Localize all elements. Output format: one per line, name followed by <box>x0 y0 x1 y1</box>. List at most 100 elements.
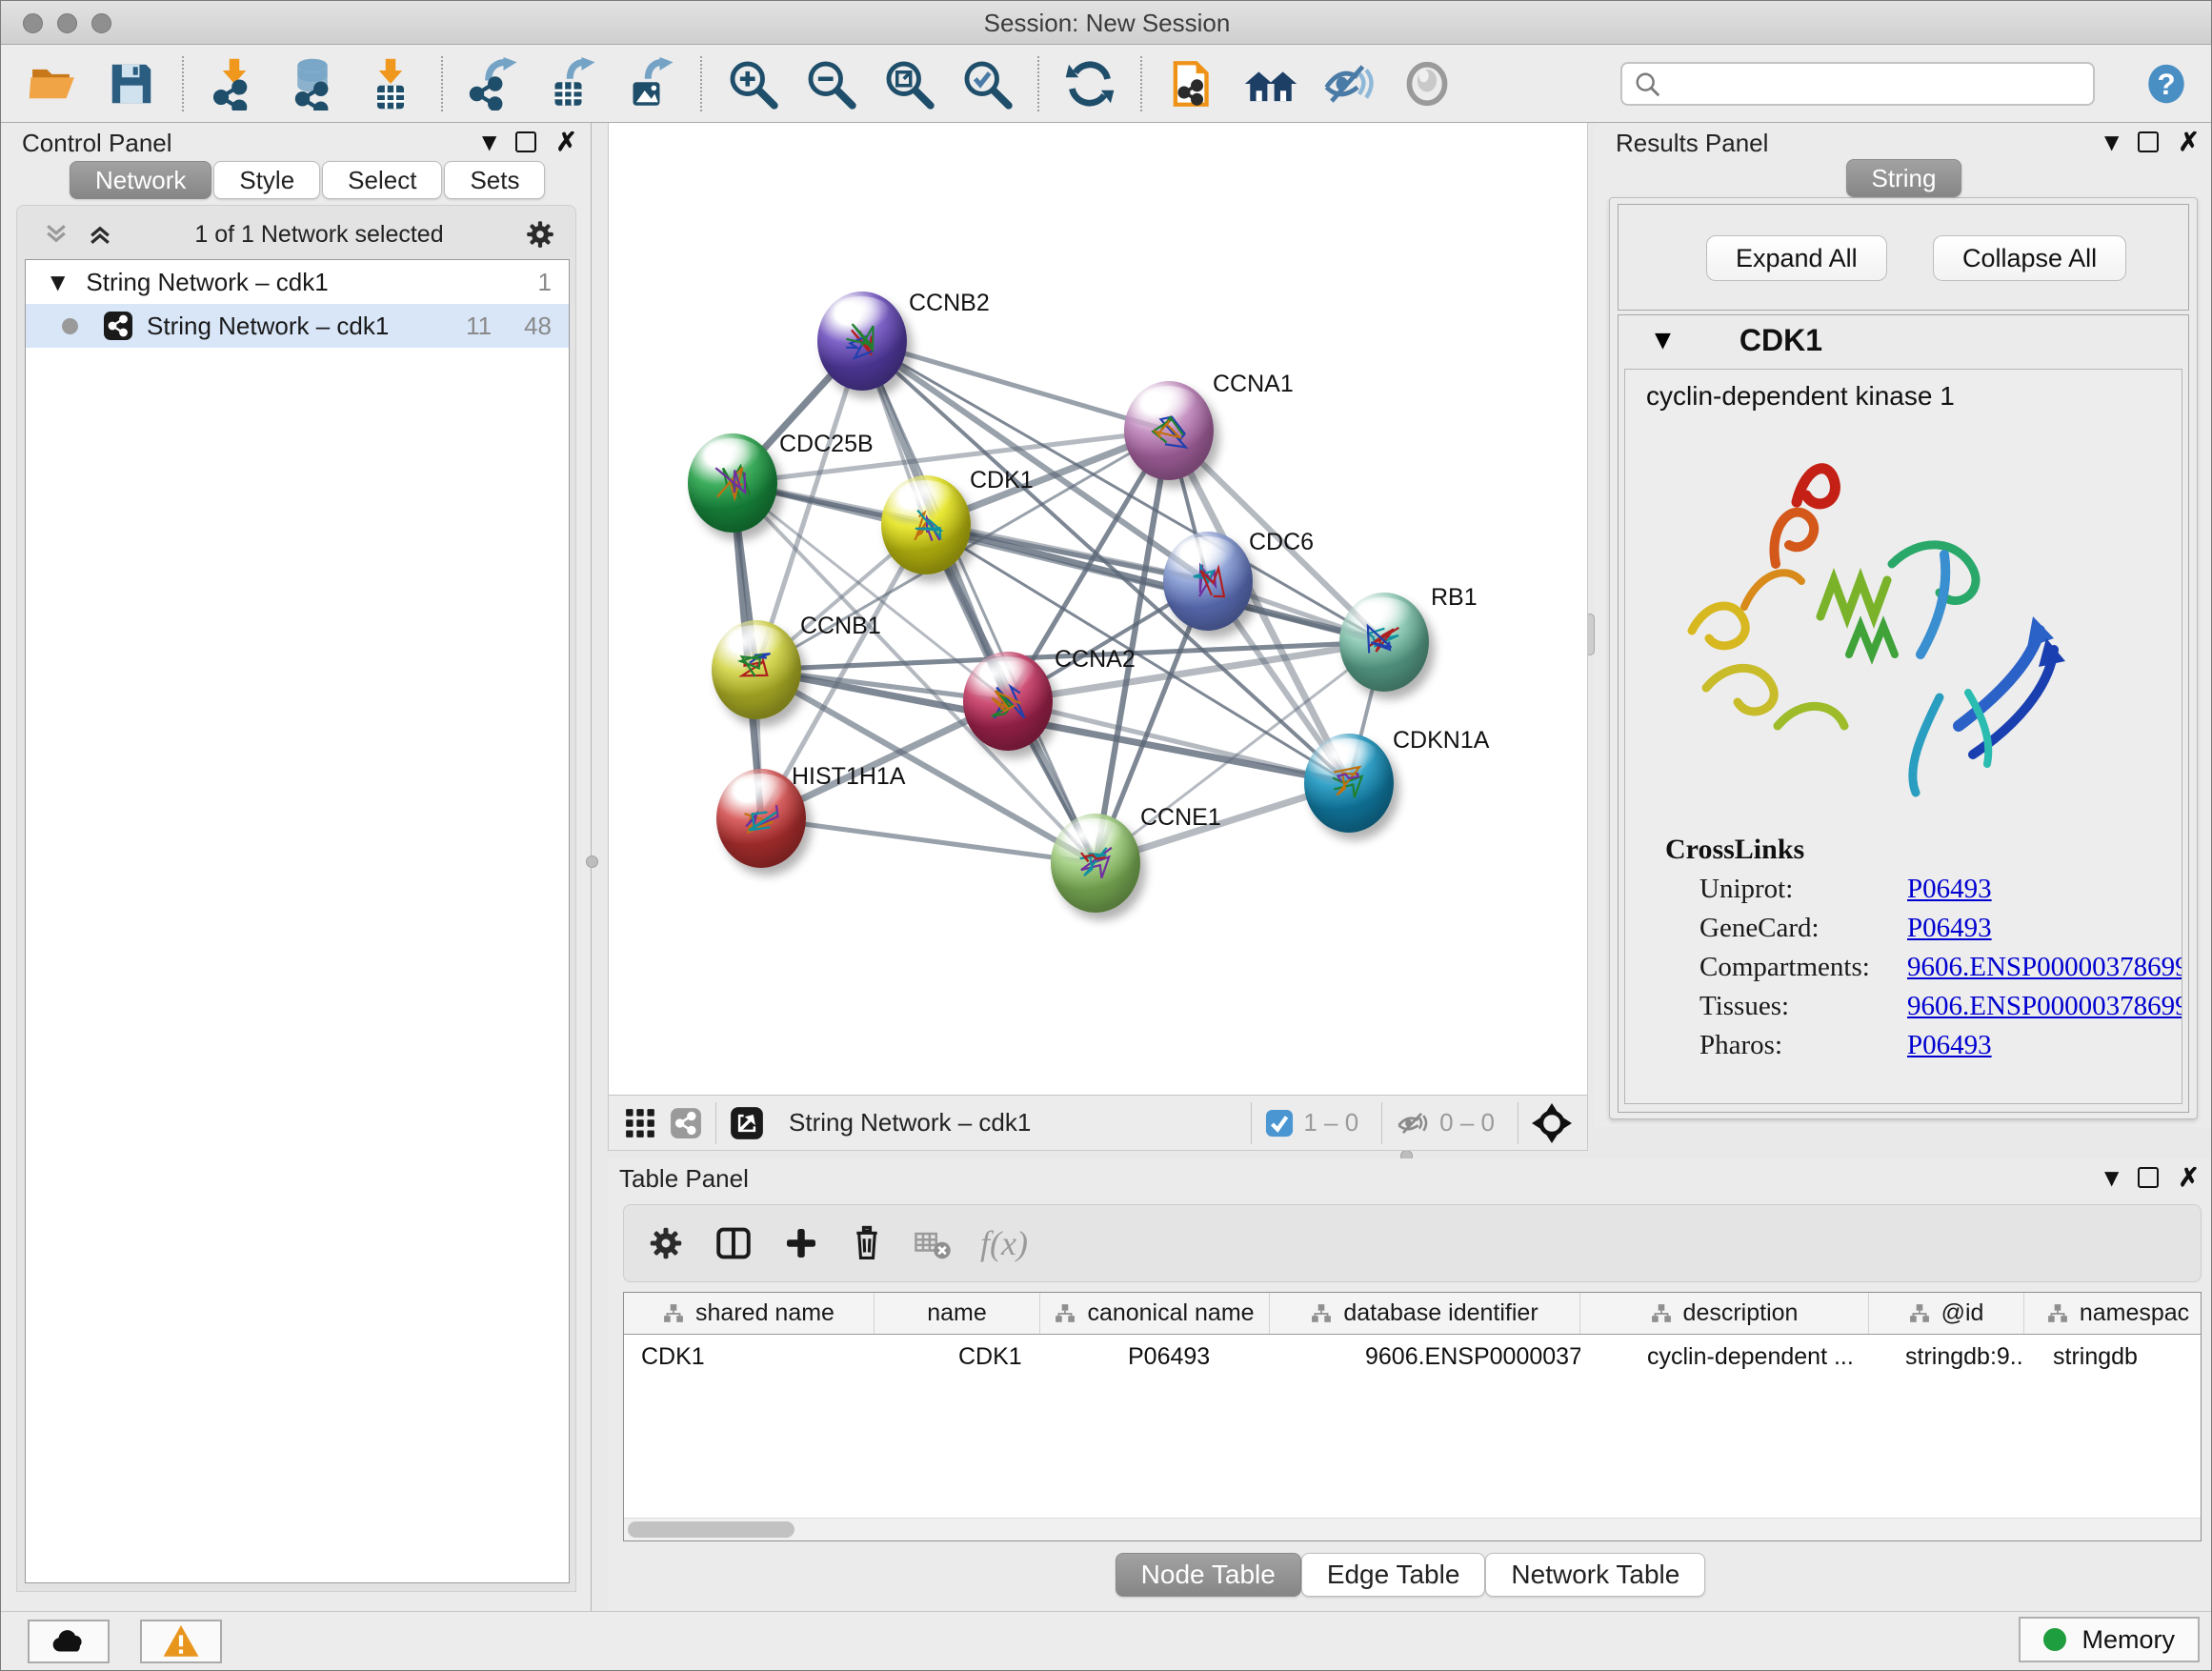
close-panel-icon[interactable]: ✗ <box>555 131 577 152</box>
cell-description[interactable]: cyclin-dependent ... <box>1580 1335 1869 1379</box>
refresh-icon[interactable] <box>1062 55 1117 112</box>
string-document-icon[interactable] <box>1165 55 1220 112</box>
detach-view-icon[interactable] <box>730 1106 764 1140</box>
column-header-namespace[interactable]: namespac <box>2024 1293 2202 1334</box>
tab-select[interactable]: Select <box>322 161 442 199</box>
crosslink-link[interactable]: 9606.ENSP00000378699 <box>1907 991 2182 1022</box>
network-options-gear-icon[interactable] <box>524 218 556 251</box>
tab-sets[interactable]: Sets <box>444 161 545 199</box>
cloud-button[interactable] <box>28 1620 110 1663</box>
create-column-icon[interactable] <box>782 1224 820 1262</box>
network-node-ccnb2[interactable] <box>817 292 907 391</box>
selected-checkbox-icon[interactable] <box>1265 1109 1294 1137</box>
column-header-id[interactable]: @id <box>1869 1293 2024 1334</box>
network-node-ccna2[interactable] <box>963 652 1053 751</box>
memory-button[interactable]: Memory <box>2019 1617 2200 1662</box>
collapse-all-button[interactable]: Collapse All <box>1933 235 2126 281</box>
entry-collapse-icon[interactable]: ▼ <box>1655 329 1671 352</box>
show-hide-eye-icon[interactable] <box>1321 55 1377 112</box>
save-session-icon[interactable] <box>104 55 159 112</box>
panel-menu-icon[interactable]: ▼ <box>2104 131 2119 153</box>
network-node-cdc6[interactable] <box>1163 532 1253 631</box>
float-panel-icon[interactable] <box>515 131 536 152</box>
search-input[interactable] <box>1620 62 2095 106</box>
tab-network[interactable]: Network <box>70 161 211 199</box>
import-table-icon[interactable] <box>363 55 418 112</box>
network-collection-row[interactable]: ▼ String Network – cdk1 1 <box>26 260 569 304</box>
network-node-ccnb1[interactable] <box>712 620 801 719</box>
cell-canonical-name[interactable]: P06493 <box>1040 1335 1270 1379</box>
column-header-database-identifier[interactable]: database identifier <box>1270 1293 1580 1334</box>
tab-style[interactable]: Style <box>213 161 320 199</box>
column-header-canonical-name[interactable]: canonical name <box>1040 1293 1270 1334</box>
crosslink-link[interactable]: P06493 <box>1907 913 1992 944</box>
delete-column-icon[interactable] <box>849 1225 885 1261</box>
network-row[interactable]: String Network – cdk1 11 48 <box>26 304 569 348</box>
left-splitter-handle[interactable] <box>586 856 598 868</box>
float-panel-icon[interactable] <box>2138 131 2159 152</box>
zoom-selected-icon[interactable] <box>959 55 1015 112</box>
column-header-name[interactable]: name <box>875 1293 1040 1334</box>
gear-icon[interactable] <box>647 1224 685 1262</box>
eye-disabled-icon[interactable] <box>1399 55 1455 112</box>
network-node-cdk1[interactable] <box>881 475 971 574</box>
cell-namespace[interactable]: stringdb <box>2024 1335 2202 1379</box>
cell-name[interactable]: CDK1 <box>875 1335 1040 1379</box>
tab-node-table[interactable]: Node Table <box>1116 1553 1301 1597</box>
panel-menu-icon[interactable]: ▼ <box>2104 1166 2119 1189</box>
import-database-icon[interactable] <box>285 55 340 112</box>
search-field-wrap <box>1620 62 2095 106</box>
cell-database-identifier[interactable]: 9606.ENSP00000378699 <box>1270 1335 1580 1379</box>
node-label-hist1h1a: HIST1H1A <box>792 763 905 791</box>
crosslink-link[interactable]: P06493 <box>1907 874 1992 905</box>
cell-id[interactable]: stringdb:9... <box>1869 1335 2024 1379</box>
crosslink-link[interactable]: 9606.ENSP00000378699 <box>1907 952 2182 983</box>
export-network-icon[interactable] <box>466 55 521 112</box>
tab-network-table[interactable]: Network Table <box>1485 1553 1705 1597</box>
table-row[interactable]: CDK1 CDK1 P06493 9606.ENSP00000378699 cy… <box>624 1335 2201 1379</box>
function-builder-icon[interactable]: f(x) <box>980 1223 1028 1263</box>
open-session-icon[interactable] <box>26 55 81 112</box>
grid-view-icon[interactable] <box>624 1107 656 1139</box>
column-header-description[interactable]: description <box>1580 1293 1869 1334</box>
home-neighbors-icon[interactable] <box>1243 55 1298 112</box>
expand-all-button[interactable]: Expand All <box>1706 235 1887 281</box>
import-network-icon[interactable] <box>207 55 262 112</box>
expand-all-networks-icon[interactable] <box>86 220 114 249</box>
table-horizontal-scrollbar[interactable] <box>624 1518 2201 1540</box>
column-header-shared-name[interactable]: shared name <box>624 1293 875 1334</box>
node-label-ccnb2: CCNB2 <box>909 290 990 317</box>
export-table-icon[interactable] <box>544 55 599 112</box>
tab-string[interactable]: String <box>1846 159 1962 197</box>
hidden-eye-slash-icon[interactable] <box>1396 1106 1430 1140</box>
network-node-rb1[interactable] <box>1339 593 1429 692</box>
close-panel-icon[interactable]: ✗ <box>2178 131 2200 152</box>
collection-expand-icon[interactable]: ▼ <box>50 271 65 293</box>
delete-table-icon[interactable] <box>914 1224 952 1262</box>
help-icon[interactable]: ? <box>2139 55 2194 112</box>
network-node-cdkn1a[interactable] <box>1304 734 1394 833</box>
cell-shared-name[interactable]: CDK1 <box>624 1335 875 1379</box>
network-canvas[interactable]: CCNB2CCNA1CDC25BCDK1CDC6RB1CCNB1CCNA2CDK… <box>609 123 1587 1094</box>
cdk1-entry-header[interactable]: ▼ CDK1 <box>1619 315 2188 365</box>
node-label-ccne1: CCNE1 <box>1140 804 1221 832</box>
zoom-out-icon[interactable] <box>803 55 858 112</box>
export-image-icon[interactable] <box>622 55 677 112</box>
string-results-container: Expand All Collapse All ▼ CDK1 cyclin-de… <box>1609 197 2198 1119</box>
tab-edge-table[interactable]: Edge Table <box>1301 1553 1486 1597</box>
network-node-cdc25b[interactable] <box>688 433 777 533</box>
show-columns-icon[interactable] <box>714 1223 754 1263</box>
network-list-share-icon[interactable] <box>670 1107 702 1139</box>
float-panel-icon[interactable] <box>2138 1167 2159 1188</box>
network-node-ccna1[interactable] <box>1124 381 1214 480</box>
warnings-button[interactable] <box>140 1620 222 1663</box>
panel-menu-icon[interactable]: ▼ <box>482 131 496 153</box>
collapse-all-networks-icon[interactable] <box>42 220 70 249</box>
network-node-ccne1[interactable] <box>1051 814 1140 913</box>
close-panel-icon[interactable]: ✗ <box>2178 1167 2200 1188</box>
crosslink-link[interactable]: P06493 <box>1907 1030 1992 1061</box>
birdseye-navigator-icon[interactable] <box>1532 1103 1572 1143</box>
zoom-fit-icon[interactable] <box>881 55 936 112</box>
zoom-in-icon[interactable] <box>725 55 780 112</box>
scrollbar-thumb[interactable] <box>628 1521 794 1538</box>
